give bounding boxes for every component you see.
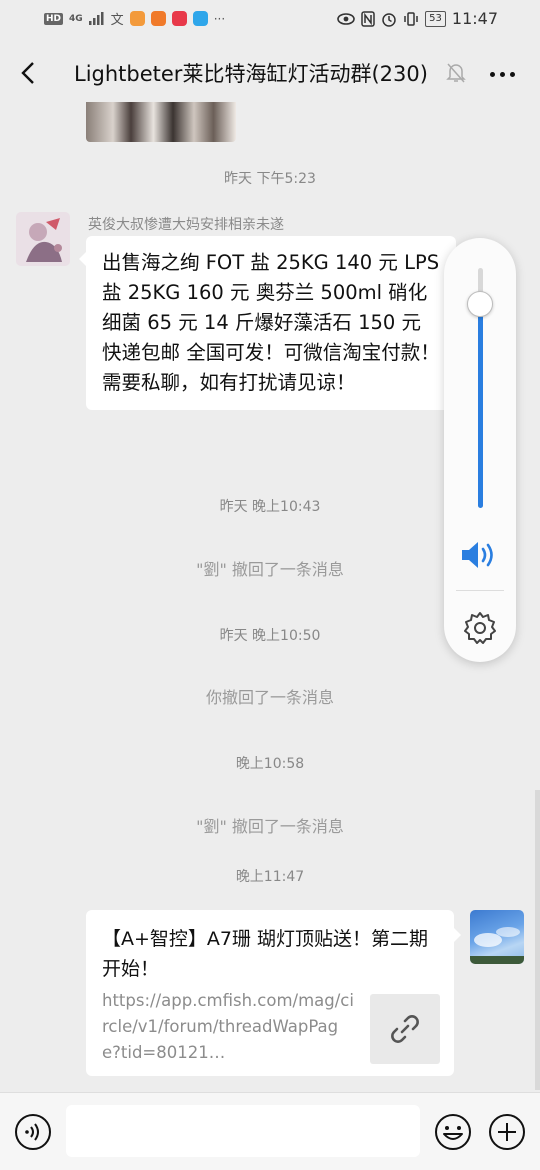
plus-icon[interactable] [488,1113,526,1151]
volume-divider [456,590,504,591]
speaker-icon[interactable] [460,538,500,572]
bell-muted-icon [446,63,466,83]
message-bubble[interactable]: 出售海之绚 FOT 盐 25KG 140 元 LPS 盐 25KG 160 元 … [79,236,456,410]
link-url: https://app.cmfish.com/mag/circle/v1/for… [102,991,354,1062]
more-dots-icon [509,71,515,77]
chat-title: Lightbeter莱比特海缸灯活动群(230) [74,62,428,86]
more-dots-icon [499,71,505,77]
eye-icon [337,12,355,25]
app-notification-icon [192,11,208,26]
timestamp: 晚上11:47 [235,869,305,885]
app-notification-icon [150,11,166,26]
clock: 11:47 [451,9,498,28]
more-notifications-icon: ··· [213,11,226,26]
chat-header: Lightbeter莱比特海缸灯活动群(230) [0,40,540,106]
gear-icon[interactable] [462,610,498,646]
volume-slider-thumb[interactable] [467,291,493,317]
nfc-icon [361,10,375,27]
my-avatar[interactable] [470,910,524,964]
more-options-button[interactable] [486,62,518,86]
system-message: 你撤回了一条消息 [205,688,334,707]
system-message: "劉" 撤回了一条消息 [196,817,344,836]
scrollbar[interactable] [535,790,540,1090]
avatar-image [16,212,70,266]
voice-input-icon[interactable] [14,1113,52,1151]
volume-panel [444,238,516,662]
message-text: 出售海之绚 FOT 盐 25KG 140 元 LPS 盐 25KG 160 元 … [102,251,440,394]
timestamp: 晚上10:58 [235,756,305,772]
translate-app-icon: 文 [110,13,124,28]
message-input[interactable] [66,1105,420,1157]
network-gen-label: 4G [69,13,83,24]
vibrate-icon [404,11,418,26]
signal-icon [88,12,104,25]
link-icon [391,1015,419,1043]
timestamp: 昨天 下午5:23 [224,171,316,187]
alarm-icon [382,12,396,27]
status-bar: HD 4G 文 ··· 53 11:47 [0,0,540,40]
volume-level-fill [478,304,483,508]
status-right: 53 11:47 [337,9,498,28]
link-title: 【A+智控】A7珊 瑚灯顶贴送！第二期开始！ [102,928,429,980]
more-dots-icon [489,71,495,77]
status-left: HD 4G 文 ··· [44,9,225,28]
image-message-partial[interactable] [86,102,236,142]
battery-indicator: 53 [425,10,446,27]
back-button[interactable] [14,58,42,88]
app-notification-icon [171,11,187,26]
input-bar [0,1092,540,1170]
sender-name: 英俊大叔惨遭大妈安排相亲未遂 [88,217,284,233]
avatar[interactable] [16,212,70,266]
link-thumbnail [370,994,440,1064]
back-arrow-icon [21,62,34,84]
link-card-message[interactable]: 【A+智控】A7珊 瑚灯顶贴送！第二期开始！ https://app.cmfis… [86,910,461,1076]
app-notification-icon [129,11,145,26]
avatar-image [470,927,524,964]
hd-badge: HD [44,12,64,25]
emoji-icon[interactable] [434,1113,472,1151]
